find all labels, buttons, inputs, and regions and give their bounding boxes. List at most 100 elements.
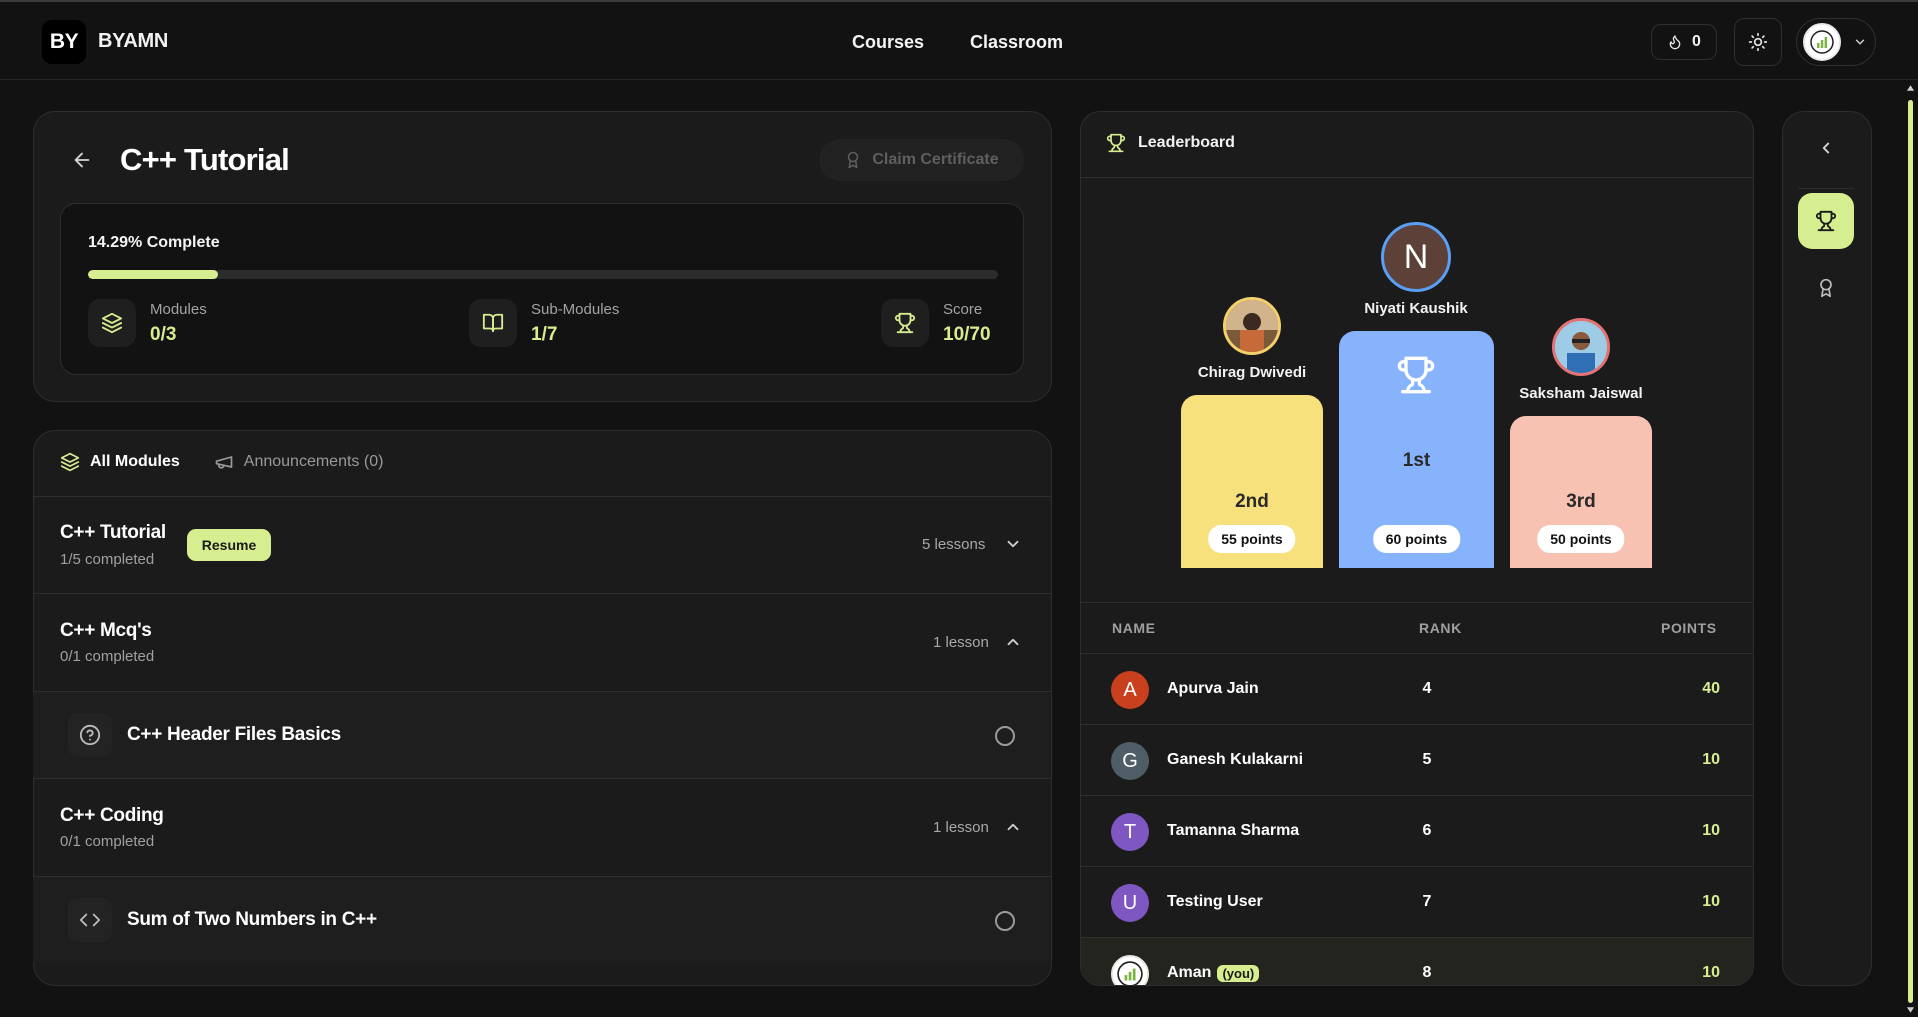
lesson-name: C++ Header Files Basics xyxy=(127,724,341,745)
module-title: C++ Coding xyxy=(60,805,164,826)
stat-sub-modules-label: Sub-Modules xyxy=(531,300,620,318)
flame-icon xyxy=(1669,35,1681,50)
chevron-down-icon[interactable] xyxy=(1004,535,1022,553)
nav-link-classroom[interactable]: Classroom xyxy=(970,32,1063,53)
chevron-down-icon xyxy=(1855,39,1865,45)
chevron-up-icon[interactable] xyxy=(1004,633,1022,651)
resume-button[interactable]: Resume xyxy=(187,529,271,561)
you-badge: (you) xyxy=(1217,964,1260,982)
lesson-item[interactable]: Sum of Two Numbers in C++ xyxy=(33,877,1049,963)
chevron-left-icon xyxy=(1822,142,1830,154)
profile-photo-icon xyxy=(1555,321,1607,373)
row-rank: 4 xyxy=(1422,680,1432,697)
row-points: 10 xyxy=(1702,822,1720,839)
stat-score-label: Score xyxy=(943,300,983,318)
podium-place: 2nd xyxy=(1235,491,1269,512)
column-header-rank: RANK xyxy=(1419,620,1462,636)
row-name: Ganesh Kulakarni xyxy=(1167,751,1303,769)
podium-place: 1st xyxy=(1402,450,1431,471)
avatar xyxy=(1552,318,1610,376)
row-name-text: Ganesh Kulakarni xyxy=(1167,751,1304,768)
lesson-name: Sum of Two Numbers in C++ xyxy=(127,909,377,930)
tab-announcements[interactable]: Announcements (0) xyxy=(214,452,384,472)
row-rank: 6 xyxy=(1422,822,1432,839)
podium-name-3rd: Saksham Jaiswal xyxy=(1519,385,1643,402)
divider xyxy=(33,496,1052,497)
stat-score: Score 10/70 xyxy=(881,299,991,347)
top-navbar: BY BYAMN Courses Classroom 0 xyxy=(0,0,1918,80)
divider xyxy=(1081,177,1753,178)
tab-announcements-label: Announcements (0) xyxy=(243,453,384,470)
avatar: A xyxy=(1111,671,1149,709)
award-icon xyxy=(848,151,859,169)
table-row-current-user[interactable]: Aman (you) 8 10 xyxy=(1081,937,1753,985)
podium-place: 3rd xyxy=(1566,491,1596,512)
scrollbar-thumb[interactable] xyxy=(1908,100,1913,1003)
podium-pillar-2nd: 2nd 55 points xyxy=(1181,395,1323,568)
bar-chart-icon xyxy=(1117,961,1143,985)
row-name: Aman (you) xyxy=(1167,964,1260,982)
row-name: Tamanna Sharma xyxy=(1167,822,1299,840)
book-open-icon xyxy=(469,299,517,347)
row-points: 10 xyxy=(1702,893,1720,910)
user-menu[interactable] xyxy=(1796,18,1876,66)
nav-link-courses[interactable]: Courses xyxy=(852,32,924,53)
table-row[interactable]: A Apurva Jain 4 40 xyxy=(1081,653,1753,724)
chevron-up-icon[interactable] xyxy=(1004,818,1022,836)
scroll-up-arrow-icon[interactable] xyxy=(1906,84,1915,92)
brand-logo[interactable]: BY xyxy=(42,20,86,64)
divider xyxy=(1081,602,1753,603)
row-name-text: Aman xyxy=(1167,964,1212,981)
tab-all-modules[interactable]: All Modules xyxy=(60,452,180,472)
lesson-count: 5 lessons xyxy=(922,536,986,553)
trophy-icon xyxy=(1397,356,1435,394)
module-progress: 0/1 completed xyxy=(60,648,155,665)
table-row[interactable]: T Tamanna Sharma 6 10 xyxy=(1081,795,1753,866)
scroll-down-arrow-icon[interactable] xyxy=(1906,1006,1915,1014)
podium-points: 60 points xyxy=(1372,525,1461,553)
sun-icon xyxy=(1748,32,1768,52)
bar-chart-icon xyxy=(1810,30,1834,54)
trophy-icon xyxy=(1106,133,1126,153)
avatar xyxy=(1223,297,1281,355)
column-header-name: NAME xyxy=(1112,620,1156,636)
podium-name-1st: Niyati Kaushik xyxy=(1364,300,1468,317)
podium-pillar-1st: 1st 60 points xyxy=(1339,331,1494,568)
stat-score-value: 10/70 xyxy=(943,323,991,345)
theme-toggle-button[interactable] xyxy=(1734,18,1782,66)
page-scrollbar[interactable] xyxy=(1905,84,1915,1017)
row-name-text: Tamanna Sharma xyxy=(1167,822,1300,839)
back-button[interactable] xyxy=(68,148,96,172)
lesson-status-radio[interactable] xyxy=(995,726,1015,746)
table-row[interactable]: G Ganesh Kulakarni 5 10 xyxy=(1081,724,1753,795)
podium-points: 55 points xyxy=(1208,525,1296,553)
row-points: 40 xyxy=(1702,680,1720,697)
leaderboard-title: Leaderboard xyxy=(1138,134,1235,151)
row-points: 10 xyxy=(1702,964,1720,981)
collapse-sidebar-button[interactable] xyxy=(1798,120,1854,176)
stat-modules-value: 0/3 xyxy=(150,323,177,345)
progress-bar-fill xyxy=(88,270,219,279)
claim-certificate-label: Claim Certificate xyxy=(872,151,999,168)
layers-icon xyxy=(60,452,80,472)
megaphone-icon xyxy=(215,456,233,469)
divider xyxy=(33,593,1052,594)
avatar: G xyxy=(1111,742,1149,780)
user-avatar xyxy=(1803,23,1841,61)
column-header-points: POINTS xyxy=(1661,620,1717,636)
claim-certificate-button[interactable]: Claim Certificate xyxy=(819,139,1024,181)
leaderboard-tab-button[interactable] xyxy=(1798,193,1854,249)
lesson-item[interactable]: C++ Header Files Basics xyxy=(33,692,1049,778)
stat-sub-modules-value: 1/7 xyxy=(531,323,558,345)
progress-card: 14.29% Complete Modules 0/3 Sub-Modules … xyxy=(60,203,1024,375)
avatar: U xyxy=(1111,884,1149,922)
divider xyxy=(1798,188,1854,189)
layers-icon xyxy=(88,299,136,347)
streak-counter[interactable]: 0 xyxy=(1651,24,1717,60)
trophy-icon xyxy=(1815,210,1837,232)
row-name-text: Testing User xyxy=(1167,893,1263,910)
brand-name[interactable]: BYAMN xyxy=(98,30,168,53)
lesson-status-radio[interactable] xyxy=(995,911,1015,931)
certificate-tab-button[interactable] xyxy=(1798,260,1854,316)
table-row[interactable]: U Testing User 7 10 xyxy=(1081,866,1753,937)
